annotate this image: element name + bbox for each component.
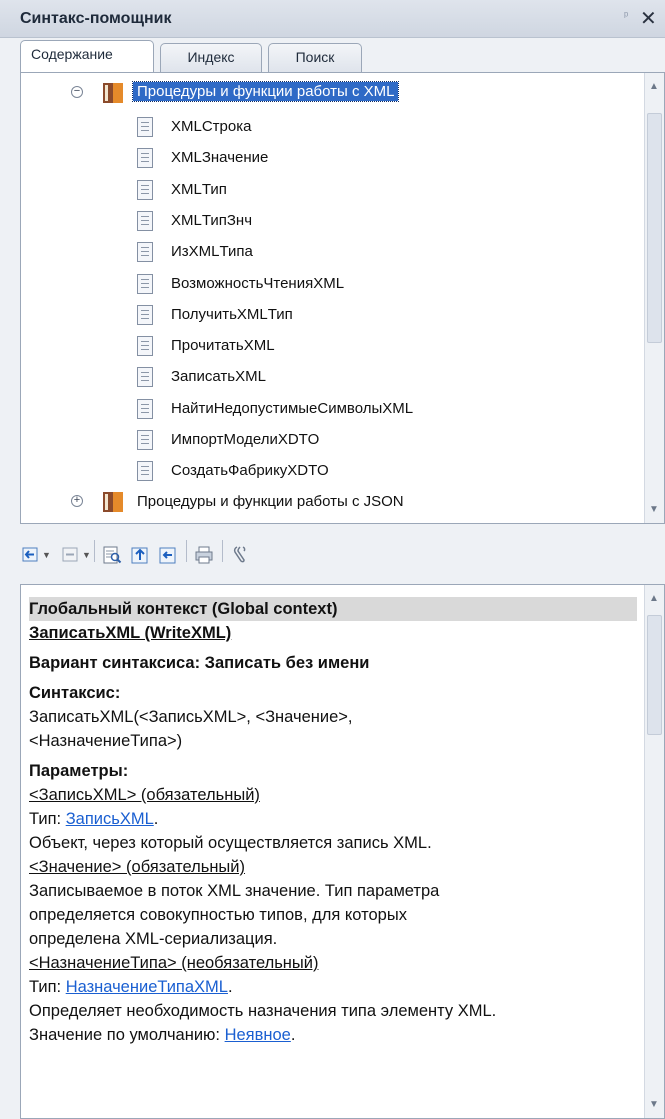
expand-icon[interactable]: +	[71, 495, 83, 507]
dropdown-arrow-icon[interactable]: ▼	[42, 550, 51, 560]
syntax-variant: Вариант синтаксиса: Записать без имени	[29, 654, 370, 672]
print-icon	[195, 546, 213, 564]
type-link[interactable]: ЗаписьXML	[66, 810, 154, 828]
previous-topic-icon	[131, 547, 148, 564]
close-icon[interactable]: ✕	[640, 6, 657, 31]
param-desc: определена XML-сериализация.	[29, 930, 278, 948]
tree-item[interactable]: XMLТип	[21, 174, 641, 206]
find-in-content-icon	[103, 546, 122, 564]
param-name: <ЗаписьXML> (обязательный)	[29, 786, 260, 804]
back-icon	[22, 547, 38, 562]
tree-item-label: ПолучитьXMLТип	[171, 305, 293, 323]
window-title: Синтакс-помощник	[20, 10, 172, 27]
context-header: Глобальный контекст (Global context)	[29, 597, 637, 621]
toolbar-separator	[94, 540, 95, 562]
tree-folder-json[interactable]: + Процедуры и функции работы с JSON	[21, 486, 641, 518]
page-icon	[137, 336, 153, 357]
default-value-link[interactable]: Неявное	[225, 1026, 291, 1044]
syntax-helper-window: Синтакс-помощник ᵖ ✕ Содержание Индекс П…	[0, 0, 665, 1119]
dropdown-arrow-icon[interactable]: ▼	[82, 550, 91, 560]
tree-item-label: ЗаписатьXML	[171, 368, 266, 386]
tree-item[interactable]: ПолучитьXMLТип	[21, 299, 641, 331]
tree-item-label: ИмпортМоделиXDTO	[171, 431, 320, 448]
syntax-label: Синтаксис:	[29, 684, 121, 702]
page-icon	[137, 398, 153, 419]
tab-index[interactable]: Индекс	[160, 43, 262, 72]
tree-folder-xml[interactable]: − Процедуры и функции работы с XML	[21, 77, 641, 109]
tree-item[interactable]: ВозможностьЧтенияXML	[21, 268, 641, 300]
syntax-line: ЗаписатьXML(<ЗаписьXML>, <Значение>,	[29, 708, 353, 726]
page-icon	[137, 367, 153, 388]
content-scrollbar[interactable]: ▲ ▼	[644, 585, 664, 1118]
pin-icon[interactable]: ᵖ	[624, 10, 628, 22]
tree-item-label: XMLСтрока	[171, 118, 252, 135]
params-label: Параметры:	[29, 762, 129, 780]
page-icon	[137, 273, 153, 294]
forward-icon	[62, 547, 78, 562]
scroll-thumb[interactable]	[647, 113, 662, 343]
tab-search[interactable]: Поиск	[268, 43, 362, 72]
param-desc: определяется совокупностью типов, для ко…	[29, 906, 407, 924]
title-bar: Синтакс-помощник ᵖ ✕	[0, 0, 665, 38]
tree-item[interactable]: ИмпортМоделиXDTO	[21, 424, 641, 456]
tree-scrollbar[interactable]: ▲ ▼	[644, 73, 664, 523]
tree-item[interactable]: ЗаписатьXML	[21, 361, 641, 393]
tree-item-label: НайтиНедопустимыеСимволыXML	[171, 399, 414, 417]
tree-folder-label: Процедуры и функции работы с XML	[131, 81, 400, 102]
tree-item[interactable]: ИзXMLТипа	[21, 236, 641, 268]
next-topic-icon	[159, 547, 176, 564]
param-name: <Значение> (обязательный)	[29, 858, 246, 876]
page-icon	[137, 461, 153, 482]
topic-body: Глобальный контекст (Global context) Зап…	[29, 597, 637, 1047]
collapse-icon[interactable]: −	[71, 86, 83, 98]
page-icon	[137, 148, 153, 169]
tree-item-label: XMLТипЗнч	[171, 211, 253, 229]
scroll-down-icon[interactable]: ▼	[649, 1099, 659, 1110]
tree-item-label: ВозможностьЧтенияXML	[171, 274, 345, 292]
page-icon	[137, 210, 153, 231]
tree-item[interactable]: XMLСтрока	[21, 111, 641, 143]
toolbar-separator	[222, 540, 223, 562]
page-icon	[137, 242, 153, 263]
tree-item[interactable]: СоздатьФабрикуXDTO	[21, 455, 641, 487]
page-icon	[137, 179, 153, 200]
scroll-thumb[interactable]	[647, 615, 662, 735]
topic-content: Глобальный контекст (Global context) Зап…	[20, 584, 665, 1119]
scroll-up-icon[interactable]: ▲	[649, 593, 659, 604]
scroll-up-icon[interactable]: ▲	[649, 81, 659, 92]
tree-item[interactable]: XMLТипЗнч	[21, 205, 641, 237]
tree-item-label: СоздатьФабрикуXDTO	[171, 462, 329, 480]
tree-item-label: XMLЗначение	[171, 149, 269, 167]
contents-tree: − Процедуры и функции работы с XML XMLСт…	[20, 72, 665, 524]
tree-item-label: XMLТип	[171, 180, 227, 198]
tab-strip: Содержание Индекс Поиск	[0, 38, 665, 73]
page-icon	[137, 304, 153, 325]
tree-folder-label: Процедуры и функции работы с JSON	[137, 493, 404, 510]
tree-item-label: ИзXMLТипа	[171, 243, 253, 261]
param-desc: Объект, через который осуществляется зап…	[29, 834, 432, 852]
toolbar-separator	[186, 540, 187, 562]
tab-contents[interactable]: Содержание	[20, 40, 154, 73]
tree-item[interactable]: НайтиНедопустимыеСимволыXML	[21, 393, 641, 425]
settings-icon	[233, 546, 246, 563]
param-desc: Записываемое в поток XML значение. Тип п…	[29, 882, 440, 900]
method-title: ЗаписатьXML (WriteXML)	[29, 624, 232, 642]
param-type: Тип: НазначениеТипаXML.	[29, 978, 233, 996]
param-type: Тип: ЗаписьXML.	[29, 810, 159, 828]
tree-item-label: ПрочитатьXML	[171, 337, 275, 355]
param-name: <НазначениеТипа> (необязательный)	[29, 954, 319, 972]
type-link[interactable]: НазначениеТипаXML	[66, 978, 228, 996]
tree-item[interactable]: XMLЗначение	[21, 142, 641, 174]
param-desc: Определяет необходимость назначения типа…	[29, 1002, 497, 1020]
book-icon	[103, 83, 123, 103]
help-toolbar: ▼ ▼	[20, 538, 665, 576]
page-icon	[137, 117, 153, 137]
tree-item[interactable]: ПрочитатьXML	[21, 330, 641, 362]
page-icon	[137, 430, 153, 450]
scroll-down-icon[interactable]: ▼	[649, 504, 659, 515]
param-default: Значение по умолчанию: Неявное.	[29, 1026, 296, 1044]
book-icon	[103, 492, 123, 512]
syntax-line: <НазначениеТипа>)	[29, 732, 183, 750]
